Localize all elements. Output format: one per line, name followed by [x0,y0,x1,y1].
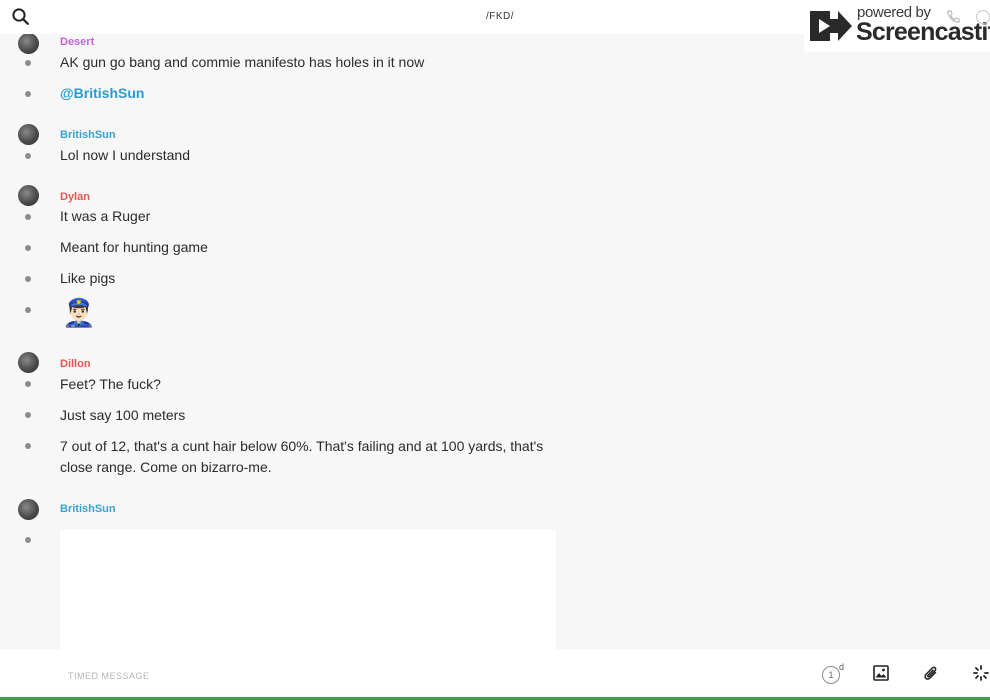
message-text: It was a Ruger [60,208,151,224]
avatar[interactable] [18,124,39,145]
attachment-icon[interactable] [923,665,939,687]
message-text-line-2: close range. Come on bizarro-me. [60,459,272,475]
message-bullet [25,153,31,159]
message-bullet [25,412,31,418]
screencastify-logo-icon [808,8,854,49]
message-text: Meant for hunting game [60,239,208,255]
message-bullet [25,276,31,282]
loading-icon[interactable] [973,665,989,686]
message-bullet [25,214,31,220]
message-text: Just say 100 meters [60,407,186,423]
avatar[interactable] [18,352,39,373]
message-bullet [25,245,31,251]
message-author[interactable]: Dillon [60,358,91,370]
message-bullet [25,91,31,97]
police-officer-emoji: 👮🏻‍♂️ [62,298,96,328]
phone-icon[interactable] [945,9,961,30]
avatar[interactable] [18,499,39,520]
timer-icon[interactable]: 1 d [822,662,846,685]
message-text: AK gun go bang and commie manifesto has … [60,54,425,70]
message-bullet [25,381,31,387]
message-bullet [25,307,31,313]
mention-link[interactable]: @BritishSun [60,83,560,104]
message-list: Desert AK gun go bang and commie manifes… [0,34,990,650]
message-bullet [25,60,31,66]
message-text: Feet? The fuck? [60,376,161,392]
message-bullet [25,443,31,449]
avatar[interactable] [18,185,39,206]
info-icon[interactable] [976,10,990,24]
message-author[interactable]: BritishSun [60,129,116,141]
image-icon[interactable] [873,665,889,686]
timer-unit: d [839,662,845,672]
message-bullet [25,537,31,543]
image-embed[interactable] [60,530,556,650]
message-author[interactable]: BritishSun [60,503,116,515]
screencastify-watermark: powered by Screencastify [804,0,990,52]
message-author[interactable]: Desert [60,36,94,48]
message-author[interactable]: Dylan [60,191,90,203]
message-text: Lol now I understand [60,147,190,163]
watermark-brand: Screencastify [856,18,990,46]
message-input[interactable] [66,666,670,686]
timer-value: 1 [822,666,840,684]
message-text: Like pigs [60,270,116,286]
avatar[interactable] [18,34,39,54]
message-text-line-1: 7 out of 12, that's a cunt hair below 60… [60,438,544,454]
